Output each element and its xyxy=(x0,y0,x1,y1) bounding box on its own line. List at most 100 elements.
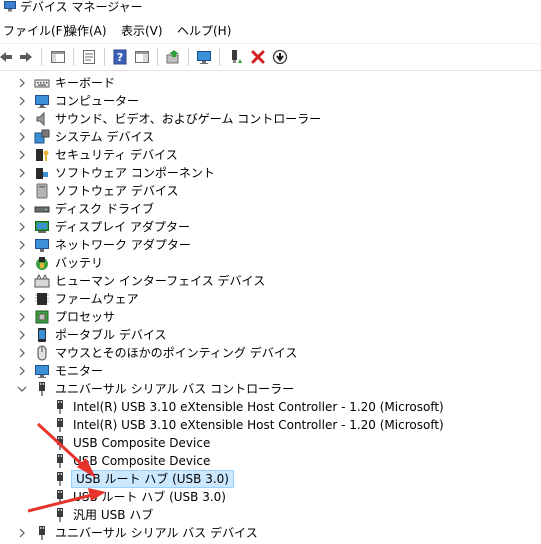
tree-item-label: USB ルート ハブ (USB 3.0) xyxy=(73,490,226,504)
display-adapter-icon xyxy=(34,219,50,235)
disable-device-button[interactable] xyxy=(270,47,290,67)
tree-item-label: ソフトウェア デバイス xyxy=(55,184,179,198)
speaker-icon xyxy=(34,111,50,127)
usb-icon xyxy=(52,417,68,433)
chevron-right-icon[interactable] xyxy=(16,257,28,269)
tree-category[interactable]: モニター xyxy=(0,362,541,380)
back-arrow-icon xyxy=(0,52,12,62)
chevron-right-icon[interactable] xyxy=(16,131,28,143)
menu-help[interactable]: ヘルプ(H) xyxy=(176,23,232,39)
chevron-right-icon[interactable] xyxy=(16,185,28,197)
chevron-right-icon[interactable] xyxy=(16,221,28,233)
monitor-icon xyxy=(34,363,50,379)
svg-text:?: ? xyxy=(117,51,123,64)
update-driver-icon xyxy=(166,50,179,64)
tree-item-label: コンピューター xyxy=(55,94,140,108)
console-tree-icon xyxy=(51,51,65,63)
menu-view[interactable]: 表示(V) xyxy=(120,23,164,39)
mouse-icon xyxy=(34,345,50,361)
chevron-right-icon[interactable] xyxy=(16,77,28,89)
help-button[interactable]: ? xyxy=(110,47,130,67)
tree-item-label: USB Composite Device xyxy=(73,436,211,450)
tree-category[interactable]: バッテリ xyxy=(0,254,541,272)
chevron-right-icon[interactable] xyxy=(16,311,28,323)
tree-item-label: モニター xyxy=(55,364,104,378)
tree-category[interactable]: サウンド、ビデオ、およびゲーム コントローラー xyxy=(0,110,541,128)
tree-device[interactable]: USB ルート ハブ (USB 3.0) xyxy=(0,488,541,506)
chevron-right-icon[interactable] xyxy=(16,95,28,107)
tree-item-label: ヒューマン インターフェイス デバイス xyxy=(55,274,266,288)
forward-button[interactable] xyxy=(16,47,36,67)
tree-device[interactable]: Intel(R) USB 3.10 eXtensible Host Contro… xyxy=(0,398,541,416)
battery-icon xyxy=(34,255,50,271)
tree-item-label: キーボード xyxy=(55,76,116,90)
usb-icon xyxy=(52,471,68,487)
chevron-right-icon[interactable] xyxy=(16,167,28,179)
software-device-icon xyxy=(34,183,50,199)
enable-device-button[interactable] xyxy=(226,47,246,67)
tree-category[interactable]: マウスとそのほかのポインティング デバイス xyxy=(0,344,541,362)
disk-drive-icon xyxy=(34,201,50,217)
hid-icon xyxy=(34,273,50,289)
tree-category[interactable]: ディスク ドライブ xyxy=(0,200,541,218)
toolbar-separator xyxy=(104,48,105,66)
tree-device[interactable]: USB Composite Device xyxy=(0,434,541,452)
tree-category[interactable]: プロセッサ xyxy=(0,308,541,326)
tree-category[interactable]: システム デバイス xyxy=(0,128,541,146)
tree-device[interactable]: Intel(R) USB 3.10 eXtensible Host Contro… xyxy=(0,416,541,434)
show-hide-action-pane-button[interactable] xyxy=(132,47,152,67)
chevron-right-icon[interactable] xyxy=(16,113,28,125)
chevron-down-icon[interactable] xyxy=(16,383,28,395)
tree-item-label: Intel(R) USB 3.10 eXtensible Host Contro… xyxy=(73,400,444,414)
menu-action[interactable]: 操作(A) xyxy=(64,23,108,39)
chevron-right-icon[interactable] xyxy=(16,365,28,377)
chevron-right-icon[interactable] xyxy=(16,203,28,215)
forward-arrow-icon xyxy=(20,52,32,62)
firmware-icon xyxy=(34,291,50,307)
tree-category[interactable]: ソフトウェア コンポーネント xyxy=(0,164,541,182)
tree-item-label: ディスク ドライブ xyxy=(55,202,154,216)
tree-category[interactable]: ポータブル デバイス xyxy=(0,326,541,344)
chevron-right-icon[interactable] xyxy=(16,527,28,539)
chevron-right-icon[interactable] xyxy=(16,347,28,359)
tree-category[interactable]: ネットワーク アダプター xyxy=(0,236,541,254)
enable-device-icon xyxy=(232,50,242,63)
tree-category[interactable]: ヒューマン インターフェイス デバイス xyxy=(0,272,541,290)
software-component-icon xyxy=(34,165,50,181)
usb-icon xyxy=(34,525,50,541)
scan-hardware-changes-button[interactable] xyxy=(194,47,214,67)
tree-device[interactable]: 汎用 USB ハブ xyxy=(0,506,541,524)
tree-item-label: USB ルート ハブ (USB 3.0) xyxy=(71,470,234,488)
security-key-icon xyxy=(34,147,50,163)
tree-item-label: ファームウェア xyxy=(55,292,139,306)
uninstall-device-button[interactable] xyxy=(248,47,268,67)
tree-category[interactable]: ディスプレイ アダプター xyxy=(0,218,541,236)
tree-device[interactable]: USB ルート ハブ (USB 3.0) xyxy=(0,470,541,488)
toolbar-separator xyxy=(73,48,74,66)
tree-category[interactable]: セキュリティ デバイス xyxy=(0,146,541,164)
chevron-right-icon[interactable] xyxy=(16,149,28,161)
tree-category[interactable]: キーボード xyxy=(0,74,541,92)
menu-file[interactable]: ファイル(F) xyxy=(2,23,68,39)
tree-device[interactable]: USB Composite Device xyxy=(0,452,541,470)
title-bar: デバイス マネージャー xyxy=(0,0,541,16)
properties-button[interactable] xyxy=(79,47,99,67)
chevron-right-icon[interactable] xyxy=(16,239,28,251)
keyboard-icon xyxy=(34,75,50,91)
tree-item-label: システム デバイス xyxy=(55,130,155,144)
tree-category[interactable]: ユニバーサル シリアル バス デバイス xyxy=(0,524,541,542)
tree-category[interactable]: ソフトウェア デバイス xyxy=(0,182,541,200)
tree-category[interactable]: コンピューター xyxy=(0,92,541,110)
update-driver-button[interactable] xyxy=(163,47,183,67)
chevron-right-icon[interactable] xyxy=(16,293,28,305)
computer-icon xyxy=(34,93,50,109)
chevron-right-icon[interactable] xyxy=(16,275,28,287)
usb-icon xyxy=(52,435,68,451)
chevron-right-icon[interactable] xyxy=(16,329,28,341)
show-hide-console-tree-button[interactable] xyxy=(48,47,68,67)
action-pane-icon xyxy=(135,51,149,63)
tree-category[interactable]: ファームウェア xyxy=(0,290,541,308)
usb-icon xyxy=(52,507,68,523)
back-button[interactable] xyxy=(0,47,16,67)
tree-category-usb[interactable]: ユニバーサル シリアル バス コントローラー xyxy=(0,380,541,398)
